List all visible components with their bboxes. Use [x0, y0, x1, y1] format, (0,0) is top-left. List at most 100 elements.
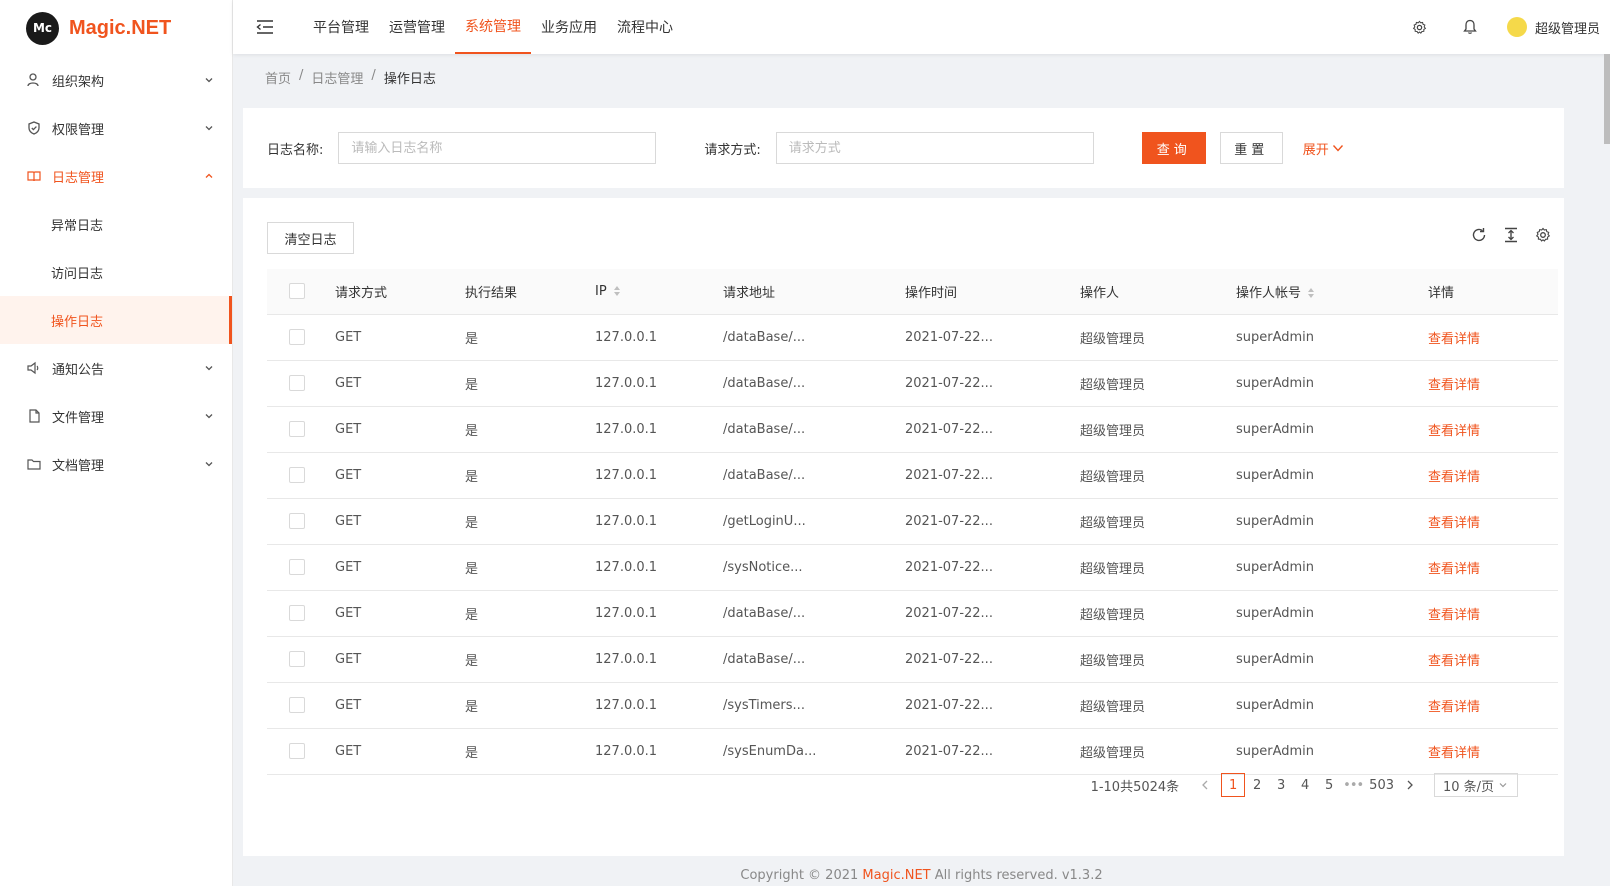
page-last[interactable]: 503: [1365, 773, 1398, 797]
query-button[interactable]: 查询: [1141, 132, 1206, 164]
row-checkbox[interactable]: [289, 513, 305, 529]
row-checkbox[interactable]: [289, 375, 305, 391]
cell-url: /getLoginU...: [723, 498, 905, 545]
select-all-checkbox[interactable]: [289, 283, 305, 300]
sidebar-item-log[interactable]: 日志管理: [0, 152, 232, 200]
method-input[interactable]: [775, 132, 1094, 164]
row-checkbox-cell: [267, 590, 335, 637]
page-size-value: 10 条/页: [1443, 779, 1495, 795]
logo[interactable]: Mc Magic.NET: [0, 0, 232, 56]
refresh-icon[interactable]: [1470, 226, 1488, 244]
page-5[interactable]: 5: [1317, 773, 1341, 797]
pagination: 1-10共5024条 1 2 3 4 5 ••• 503 10 条/页: [1091, 773, 1518, 797]
tab-system[interactable]: 系统管理: [455, 0, 531, 54]
tab-platform[interactable]: 平台管理: [303, 0, 379, 54]
row-checkbox[interactable]: [289, 329, 305, 345]
cell-result: 是: [465, 682, 595, 729]
row-checkbox-cell: [267, 544, 335, 591]
row-checkbox[interactable]: [289, 605, 305, 621]
view-detail-link[interactable]: 查看详情: [1428, 406, 1558, 453]
chevron-down-icon: [205, 462, 213, 467]
page-ellipsis[interactable]: •••: [1341, 773, 1365, 797]
view-detail-link[interactable]: 查看详情: [1428, 636, 1558, 683]
page-1[interactable]: 1: [1221, 773, 1246, 797]
cell-time: 2021-07-22...: [905, 590, 1080, 637]
expand-toggle[interactable]: 展开: [1303, 139, 1344, 158]
cell-result: 是: [465, 360, 595, 407]
row-checkbox[interactable]: [289, 697, 305, 713]
reset-button[interactable]: 重置: [1219, 132, 1283, 164]
table-panel: 清空日志 请求方式 执行结果 IP 请求地址 操作时间 操作人 操作人帐号 详情…: [243, 198, 1564, 856]
cell-time: 2021-07-22...: [905, 452, 1080, 499]
sidebar-item-file[interactable]: 文件管理: [0, 392, 232, 440]
row-checkbox[interactable]: [289, 559, 305, 575]
view-detail-link[interactable]: 查看详情: [1428, 728, 1558, 775]
view-detail-link[interactable]: 查看详情: [1428, 498, 1558, 545]
cell-time: 2021-07-22...: [905, 682, 1080, 729]
sidebar-subitem-exception-log[interactable]: 异常日志: [0, 200, 232, 248]
sidebar-item-org[interactable]: 组织架构: [0, 56, 232, 104]
column-header-detail: 详情: [1428, 269, 1558, 315]
view-detail-link[interactable]: 查看详情: [1428, 452, 1558, 499]
view-detail-link[interactable]: 查看详情: [1428, 360, 1558, 407]
user-name[interactable]: 超级管理员: [1535, 18, 1600, 37]
row-checkbox[interactable]: [289, 743, 305, 759]
sidebar-subitem-operation-log[interactable]: 操作日志: [0, 296, 232, 344]
view-detail-link[interactable]: 查看详情: [1428, 590, 1558, 637]
sidebar-item-document[interactable]: 文档管理: [0, 440, 232, 488]
cell-time: 2021-07-22...: [905, 636, 1080, 683]
breadcrumb: 首页 / 日志管理 / 操作日志: [265, 68, 444, 87]
cell-method: GET: [335, 590, 465, 637]
tab-business[interactable]: 业务应用: [531, 0, 607, 54]
cell-ip: 127.0.0.1: [595, 498, 723, 545]
footer-brand-link[interactable]: Magic.NET: [862, 868, 930, 883]
column-header-account[interactable]: 操作人帐号: [1236, 269, 1428, 315]
cell-url: /dataBase/...: [723, 452, 905, 499]
sort-icon[interactable]: [613, 285, 621, 297]
bell-icon[interactable]: [1462, 19, 1478, 35]
page-2[interactable]: 2: [1245, 773, 1269, 797]
gear-icon[interactable]: [1412, 19, 1428, 35]
settings-icon[interactable]: [1534, 226, 1552, 244]
sidebar-item-notice[interactable]: 通知公告: [0, 344, 232, 392]
tab-workflow[interactable]: 流程中心: [607, 0, 683, 54]
cell-ip: 127.0.0.1: [595, 406, 723, 453]
breadcrumb-home[interactable]: 首页: [265, 68, 291, 87]
table-row: GET 是 127.0.0.1/sysTimers... 2021-07-22... 超…: [267, 682, 1558, 729]
row-checkbox-cell: [267, 728, 335, 775]
row-checkbox[interactable]: [289, 651, 305, 667]
tab-operations[interactable]: 运营管理: [379, 0, 455, 54]
menu-fold-icon[interactable]: [256, 17, 276, 37]
prev-page-icon[interactable]: [1193, 773, 1217, 797]
log-name-input[interactable]: [338, 132, 657, 164]
sidebar-item-permission[interactable]: 权限管理: [0, 104, 232, 152]
breadcrumb-log[interactable]: 日志管理: [311, 68, 363, 87]
log-table: 请求方式 执行结果 IP 请求地址 操作时间 操作人 操作人帐号 详情 GET 是…: [267, 269, 1558, 775]
row-checkbox[interactable]: [289, 467, 305, 483]
next-page-icon[interactable]: [1398, 773, 1422, 797]
column-height-icon[interactable]: [1502, 226, 1520, 244]
chevron-down-icon: [205, 414, 213, 419]
column-header-ip[interactable]: IP: [595, 269, 723, 315]
view-detail-link[interactable]: 查看详情: [1428, 682, 1558, 729]
view-detail-link[interactable]: 查看详情: [1428, 544, 1558, 591]
cell-url: /sysEnumDa...: [723, 728, 905, 775]
row-checkbox-cell: [267, 360, 335, 407]
view-detail-link[interactable]: 查看详情: [1428, 314, 1558, 361]
page-size-select[interactable]: 10 条/页: [1434, 773, 1518, 797]
cell-operator: 超级管理员: [1080, 314, 1236, 361]
page-4[interactable]: 4: [1293, 773, 1317, 797]
clear-log-button[interactable]: 清空日志: [267, 222, 354, 254]
cell-url: /sysTimers...: [723, 682, 905, 729]
row-checkbox[interactable]: [289, 421, 305, 437]
avatar[interactable]: [1506, 17, 1527, 37]
cell-time: 2021-07-22...: [905, 360, 1080, 407]
page-3[interactable]: 3: [1269, 773, 1293, 797]
sort-icon[interactable]: [1307, 287, 1315, 299]
scrollbar[interactable]: [1604, 54, 1610, 144]
sidebar: Mc Magic.NET 组织架构 权限管理 日志管理 异常日志 访问日志 操作…: [0, 0, 233, 886]
cell-url: /dataBase/...: [723, 406, 905, 453]
cell-url: /sysNotice...: [723, 544, 905, 591]
sidebar-subitem-access-log[interactable]: 访问日志: [0, 248, 232, 296]
cell-result: 是: [465, 544, 595, 591]
